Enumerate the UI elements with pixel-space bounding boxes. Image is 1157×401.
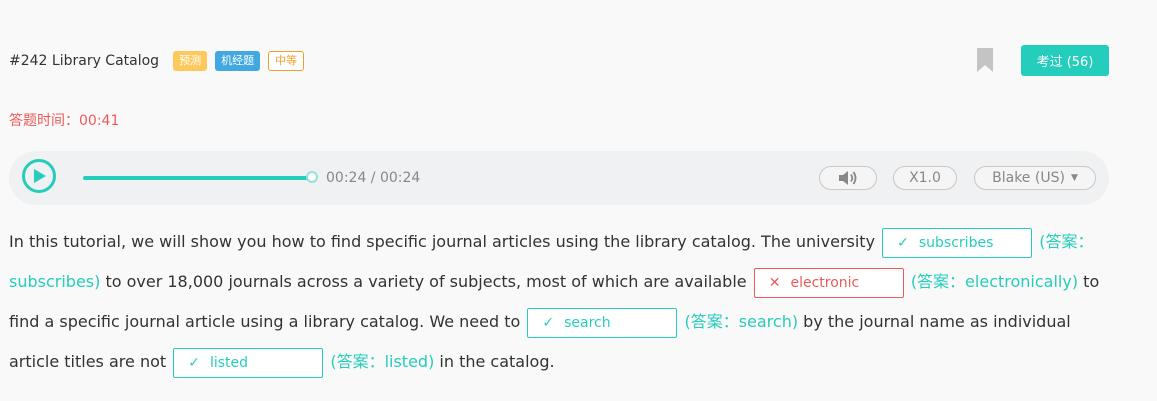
question-title: #242 Library Catalog: [9, 53, 160, 69]
time-readout: 00:24 / 00:24: [326, 170, 421, 186]
answer-hint: (答案：listed): [330, 352, 435, 371]
volume-icon: [839, 171, 857, 185]
play-button[interactable]: [22, 159, 56, 193]
blank-input-3[interactable]: ✓ search: [527, 307, 678, 338]
check-icon: ✓: [897, 234, 909, 251]
answer-timer: 答题时间：00:41: [9, 110, 119, 130]
caret-down-icon: ▼: [1070, 173, 1078, 183]
passage: In this tutorial, we will show you how t…: [9, 222, 1119, 382]
audio-player: 00:24 / 00:24 X1.0 Blake (US) ▼: [9, 151, 1109, 205]
passage-text: in the catalog.: [434, 352, 555, 371]
blank-value: subscribes: [918, 234, 994, 251]
blank-input-2[interactable]: ✕ electronic: [753, 267, 904, 298]
bookmark-icon[interactable]: [977, 48, 993, 72]
progress-handle[interactable]: [306, 171, 318, 183]
check-icon: ✓: [188, 354, 200, 371]
answer-hint: (答案：search): [684, 312, 799, 331]
tag-difficulty: 中等: [268, 51, 305, 71]
tag-jijing: 机经题: [215, 51, 261, 71]
blank-value: electronic: [790, 274, 860, 291]
cross-icon: ✕: [768, 274, 781, 291]
blank-input-4[interactable]: ✓ listed: [173, 347, 324, 378]
progress-bar[interactable]: [83, 176, 308, 180]
speed-button[interactable]: X1.0: [893, 166, 957, 190]
passage-text: In this tutorial, we will show you how t…: [9, 232, 876, 251]
volume-button[interactable]: [819, 166, 877, 190]
passage-text: to over 18,000 journals across a variety…: [100, 272, 747, 291]
timer-label: 答题时间：: [9, 113, 79, 129]
passed-count-button[interactable]: 考过 (56): [1021, 45, 1109, 76]
blank-input-1[interactable]: ✓ subscribes: [882, 227, 1033, 258]
question-header: #242 Library Catalog 预测 机经题 中等: [9, 49, 312, 73]
blank-value: search: [564, 314, 611, 331]
voice-label: Blake (US): [992, 170, 1065, 186]
play-icon: [34, 169, 46, 183]
tag-predict: 预测: [173, 51, 208, 71]
check-icon: ✓: [542, 314, 555, 331]
timer-value: 00:41: [79, 113, 120, 129]
answer-hint: (答案：electronically): [910, 272, 1079, 291]
blank-value: listed: [209, 354, 249, 371]
voice-select[interactable]: Blake (US) ▼: [974, 166, 1096, 190]
